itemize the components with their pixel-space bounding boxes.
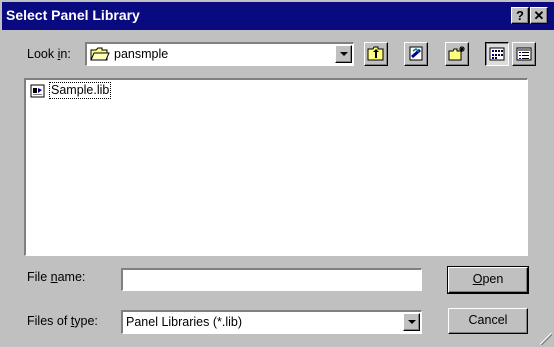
cancel-button[interactable]: Cancel (448, 308, 528, 334)
library-file-icon (30, 83, 46, 102)
look-in-value: pansmple (114, 47, 169, 61)
list-view-button[interactable] (485, 42, 509, 66)
file-name-text: Sample.lib (48, 82, 112, 99)
file-name-input-frame[interactable] (121, 268, 422, 291)
look-in-combo[interactable]: pansmple (85, 42, 354, 66)
new-folder-button[interactable] (445, 42, 469, 66)
file-name-input[interactable] (123, 270, 421, 290)
folder-icon (90, 47, 110, 65)
select-panel-library-dialog: Select Panel Library ? ✕ Look in: pansmp… (0, 0, 554, 347)
file-list[interactable]: Sample.lib (24, 78, 528, 256)
files-of-type-dropdown-button[interactable] (403, 313, 420, 331)
window-title: Select Panel Library (6, 7, 140, 23)
title-bar[interactable]: Select Panel Library ? ✕ (2, 2, 554, 30)
files-of-type-combo[interactable]: Panel Libraries (*.lib) (121, 310, 422, 334)
up-one-level-button[interactable] (364, 42, 388, 66)
help-button[interactable]: ? (511, 7, 529, 24)
close-button[interactable]: ✕ (530, 7, 548, 24)
desktop-button[interactable] (404, 42, 428, 66)
file-name-label: File name: (27, 270, 86, 284)
look-in-label: Look in: (27, 47, 71, 61)
look-in-dropdown-button[interactable] (335, 45, 352, 63)
details-view-button[interactable] (512, 42, 536, 66)
files-of-type-label: Files of type: (27, 314, 98, 328)
resize-grip[interactable] (540, 333, 552, 345)
open-button[interactable]: Open (447, 266, 529, 294)
files-of-type-value: Panel Libraries (*.lib) (126, 315, 243, 329)
